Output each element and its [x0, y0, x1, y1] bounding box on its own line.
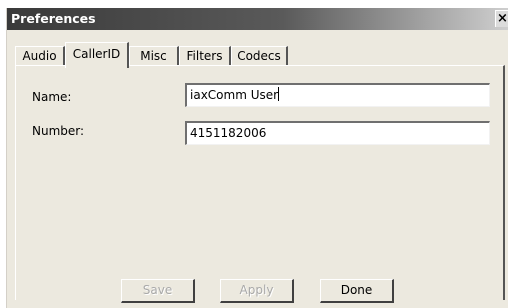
tab-misc[interactable]: Misc [129, 46, 179, 66]
tab-codecs[interactable]: Codecs [231, 46, 288, 66]
tab-callerid[interactable]: CallerID [65, 42, 129, 68]
apply-button[interactable]: Apply [220, 279, 294, 303]
name-label: Name: [32, 90, 72, 104]
tab-audio[interactable]: Audio [15, 46, 65, 66]
title-bar[interactable]: Preferences × [7, 8, 508, 30]
text-caret [278, 87, 280, 101]
window-title: Preferences [11, 11, 96, 26]
preferences-window: Preferences × Audio CallerID Misc Filter… [6, 8, 508, 308]
save-button[interactable]: Save [121, 279, 195, 303]
name-field[interactable]: iaxComm User [185, 83, 490, 107]
close-icon[interactable]: × [495, 10, 508, 27]
number-field[interactable]: 4151182006 [185, 121, 490, 145]
number-label: Number: [32, 124, 85, 138]
done-button[interactable]: Done [320, 279, 394, 303]
name-field-value: iaxComm User [190, 88, 279, 102]
tab-filters[interactable]: Filters [179, 46, 231, 66]
